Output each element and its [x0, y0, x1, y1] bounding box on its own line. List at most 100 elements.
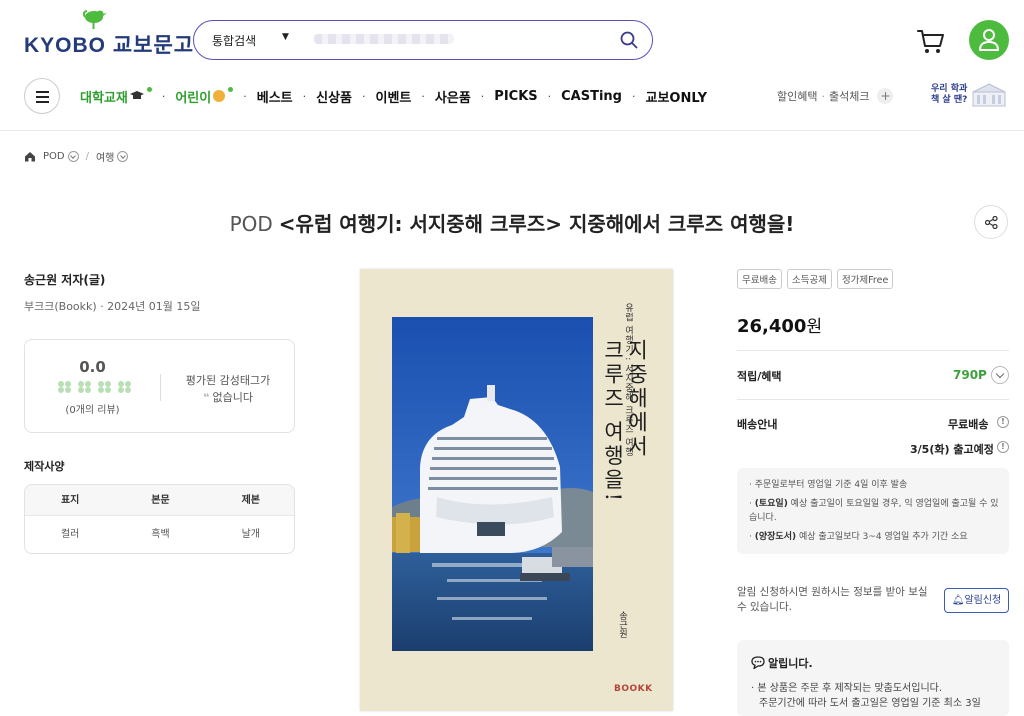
info-icon[interactable]: !: [997, 416, 1009, 428]
cart-icon[interactable]: [916, 28, 946, 56]
share-button[interactable]: [974, 205, 1008, 239]
site-header: KYOBO 교보문고 통합검색 ▼ 대학교재 · 어린이 · 베스트 · 신상품…: [0, 0, 1024, 131]
discount-link[interactable]: 할인혜택: [777, 88, 817, 104]
breadcrumb: POD / 여행: [24, 149, 129, 164]
search-box[interactable]: 통합검색 ▼: [193, 20, 653, 60]
bell-icon: 🔔︎: [951, 595, 965, 606]
cover-title: 지중해에서 크루즈 여행을!: [601, 339, 649, 505]
clover-icon: [78, 381, 93, 394]
divider: [737, 399, 1009, 400]
breadcrumb-item-travel[interactable]: 여행: [96, 149, 114, 164]
notice-line: · (토요일) 예상 출고일이 토요일일 경우, 익 영업일에 출고될 수 있습…: [749, 499, 999, 523]
home-icon[interactable]: [24, 151, 36, 162]
campus-building-icon[interactable]: [972, 83, 1006, 107]
shipping-label: 배송안내: [737, 418, 778, 431]
breadcrumb-item-pod[interactable]: POD: [43, 151, 65, 162]
notice-line: · (양장도서) 예상 출고일보다 3~4 영업일 추가 기간 소요: [749, 532, 968, 542]
product-title: POD <유럽 여행기: 서지중해 크루즈> 지중해에서 크루즈 여행을!: [0, 208, 1024, 237]
alarm-description: 알림 신청하시면 원하시는 정보를 받아 보실 수 있습니다.: [737, 586, 928, 613]
notice-line: · 본 상품은 주문 후 제작되는 맞춤도서입니다.: [751, 683, 943, 694]
notice-line: 주문기간에 따라 도서 출고일은 영업일 기준 최소 3일: [759, 698, 981, 709]
divider: [737, 350, 1009, 351]
spec-heading: 제작사양: [24, 460, 65, 473]
new-dot-icon: [228, 86, 234, 92]
clover-icon: [58, 381, 73, 394]
cover-author: 송근원: [617, 611, 627, 638]
nav-item-picks[interactable]: PICKS: [494, 89, 537, 104]
rating-clovers: [58, 381, 133, 394]
menu-line-icon: [36, 91, 49, 93]
spec-value-cell: 컬러: [60, 529, 80, 540]
nav-item-gifts[interactable]: 사은품: [435, 87, 471, 106]
shipping-notice-box: · 주문일로부터 영업일 기준 4일 이후 발송 · (토요일) 예상 출고일이…: [737, 468, 1009, 554]
publisher-date: 부크크(Bookk) · 2024년 01월 15일: [24, 300, 201, 313]
quote-icon: ❝: [203, 391, 210, 404]
search-icon[interactable]: [620, 31, 638, 49]
chevron-down-icon[interactable]: [117, 151, 129, 162]
spec-header-row: 표지 본문 제본: [25, 485, 294, 516]
notice-box: 알립니다. · 본 상품은 주문 후 제작되는 맞춤도서입니다. 주문기간에 따…: [737, 640, 1009, 716]
menu-line-icon: [36, 101, 49, 103]
rating-score: 0.0: [79, 358, 106, 376]
book-cover-image[interactable]: 유럽 여행기 : 서지중해 크루즈 여행 지중해에서 크루즈 여행을! 송근원 …: [360, 269, 673, 711]
logo-text: KYOBO 교보문고: [24, 34, 195, 57]
shipping-date: 3/5(화) 출고예정: [910, 443, 994, 456]
child-face-icon: [213, 90, 226, 102]
sale-price: 26,400원: [737, 316, 823, 337]
new-dot-icon: [146, 86, 152, 92]
search-scope-select[interactable]: 통합검색: [212, 32, 256, 49]
spec-table: 표지 본문 제본 컬러 흑백 날개: [24, 484, 295, 554]
kyobo-logo[interactable]: KYOBO 교보문고: [24, 8, 193, 58]
hamburger-menu-button[interactable]: [24, 78, 60, 114]
logo-bird-icon: [82, 10, 107, 29]
cover-brand-logo: BOOKK: [614, 684, 653, 694]
share-icon: [985, 216, 998, 229]
plus-icon[interactable]: +: [877, 88, 894, 104]
title-text: <유럽 여행기: 서지중해 크루즈> 지중해에서 크루즈 여행을!: [278, 212, 795, 236]
spec-header-cell: 제본: [241, 495, 261, 506]
badge-free-shipping: 무료배송: [737, 269, 782, 289]
alarm-subscribe-button[interactable]: 🔔︎알림신청: [944, 588, 1009, 613]
nav-item-best[interactable]: 베스트: [257, 87, 293, 106]
graduation-cap-icon: [129, 91, 144, 99]
spec-header-cell: 표지: [60, 495, 80, 506]
badge-price-free: 정가제Free: [836, 269, 894, 289]
chevron-down-icon[interactable]: [67, 151, 79, 162]
nav-item-new[interactable]: 신상품: [316, 87, 352, 106]
campus-banner[interactable]: 우리 학과 책 살 땐?: [931, 84, 967, 106]
review-count[interactable]: (0개의 리뷰): [25, 401, 160, 416]
title-tag: POD: [229, 212, 273, 236]
points-label: 적립/혜택: [737, 370, 782, 383]
rating-box: 0.0 (0개의 리뷰) 평가된 감성태그가 ❝ 없습니다: [24, 339, 295, 433]
product-badges: 무료배송 소득공제 정가제Free: [737, 269, 894, 289]
search-scope-arrow-icon[interactable]: ▼: [282, 32, 289, 42]
utility-links: 할인혜택 · 출석체크 +: [777, 88, 894, 104]
clover-icon: [118, 381, 133, 394]
search-placeholder-blur: [314, 34, 454, 44]
cruise-ship-photo: [392, 317, 593, 651]
spec-value-cell: 날개: [241, 529, 261, 540]
emotion-tag-text: 평가된 감성태그가: [185, 374, 271, 387]
clover-icon: [98, 381, 113, 394]
shipping-free-text: 무료배송: [948, 418, 989, 431]
info-icon[interactable]: !: [997, 441, 1009, 453]
main-nav: 대학교재 · 어린이 · 베스트 · 신상품 · 이벤트 · 사은품 · PIC…: [80, 86, 708, 106]
nav-item-casting[interactable]: CASTing: [561, 89, 622, 104]
spec-value-row: 컬러 흑백 날개: [25, 516, 294, 553]
spec-header-cell: 본문: [151, 495, 170, 506]
user-icon: [979, 29, 999, 51]
spec-value-cell: 흑백: [151, 529, 170, 540]
nav-item-children[interactable]: 어린이: [175, 86, 234, 106]
nav-item-kyobo-only[interactable]: 교보ONLY: [646, 87, 708, 106]
attendance-link[interactable]: 출석체크: [829, 88, 869, 104]
nav-item-university-textbooks[interactable]: 대학교재: [80, 86, 152, 106]
author-link[interactable]: 송근원 저자(글): [24, 271, 105, 288]
points-value: 790P: [953, 368, 987, 382]
badge-tax-deduction: 소득공제: [786, 269, 832, 289]
notice-title: 알립니다.: [768, 657, 813, 670]
user-profile-button[interactable]: [969, 20, 1009, 60]
notice-line: · 주문일로부터 영업일 기준 4일 이후 발송: [749, 480, 908, 490]
points-expand-chevron-icon[interactable]: [991, 366, 1009, 384]
speech-bubble-icon: [751, 656, 765, 669]
nav-item-events[interactable]: 이벤트: [376, 87, 412, 106]
